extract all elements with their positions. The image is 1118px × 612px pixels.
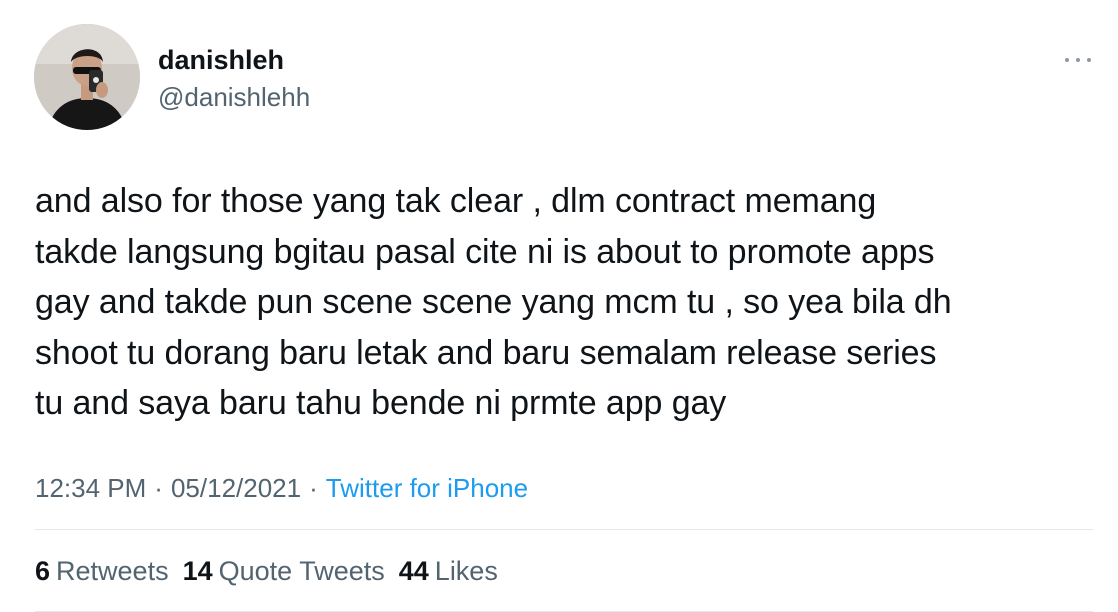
meta-separator: · (309, 473, 318, 503)
tweet-time[interactable]: 12:34 PM (35, 473, 146, 503)
quote-tweets-label: Quote Tweets (218, 556, 385, 586)
quote-tweets-count: 14 (182, 556, 213, 586)
avatar[interactable] (34, 24, 140, 130)
tweet-card: danishleh @danishlehh and also for those… (0, 0, 1118, 612)
divider (35, 529, 1093, 530)
more-dot (1076, 58, 1080, 62)
avatar-image (34, 24, 140, 130)
likes-count: 44 (398, 556, 429, 586)
retweets-label: Retweets (56, 556, 169, 586)
tweet-date[interactable]: 05/12/2021 (171, 473, 301, 503)
tweet-meta: 12:34 PM · 05/12/2021 · Twitter for iPhone (35, 470, 528, 506)
likes-label: Likes (434, 556, 498, 586)
display-name[interactable]: danishleh (158, 43, 284, 77)
more-dot (1065, 58, 1069, 62)
retweets-stat[interactable]: 6 Retweets (35, 553, 169, 589)
more-horizontal-icon[interactable] (1063, 50, 1093, 70)
retweets-count: 6 (35, 556, 51, 586)
likes-stat[interactable]: 44 Likes (399, 553, 498, 589)
more-dot (1087, 58, 1091, 62)
quote-tweets-stat[interactable]: 14 Quote Tweets (183, 553, 385, 589)
tweet-stats: 6 Retweets 14 Quote Tweets 44 Likes (35, 553, 498, 589)
user-handle[interactable]: @danishlehh (158, 80, 310, 114)
tweet-text: and also for those yang tak clear , dlm … (35, 182, 952, 422)
meta-separator: · (154, 473, 163, 503)
tweet-source-link[interactable]: Twitter for iPhone (326, 473, 528, 503)
